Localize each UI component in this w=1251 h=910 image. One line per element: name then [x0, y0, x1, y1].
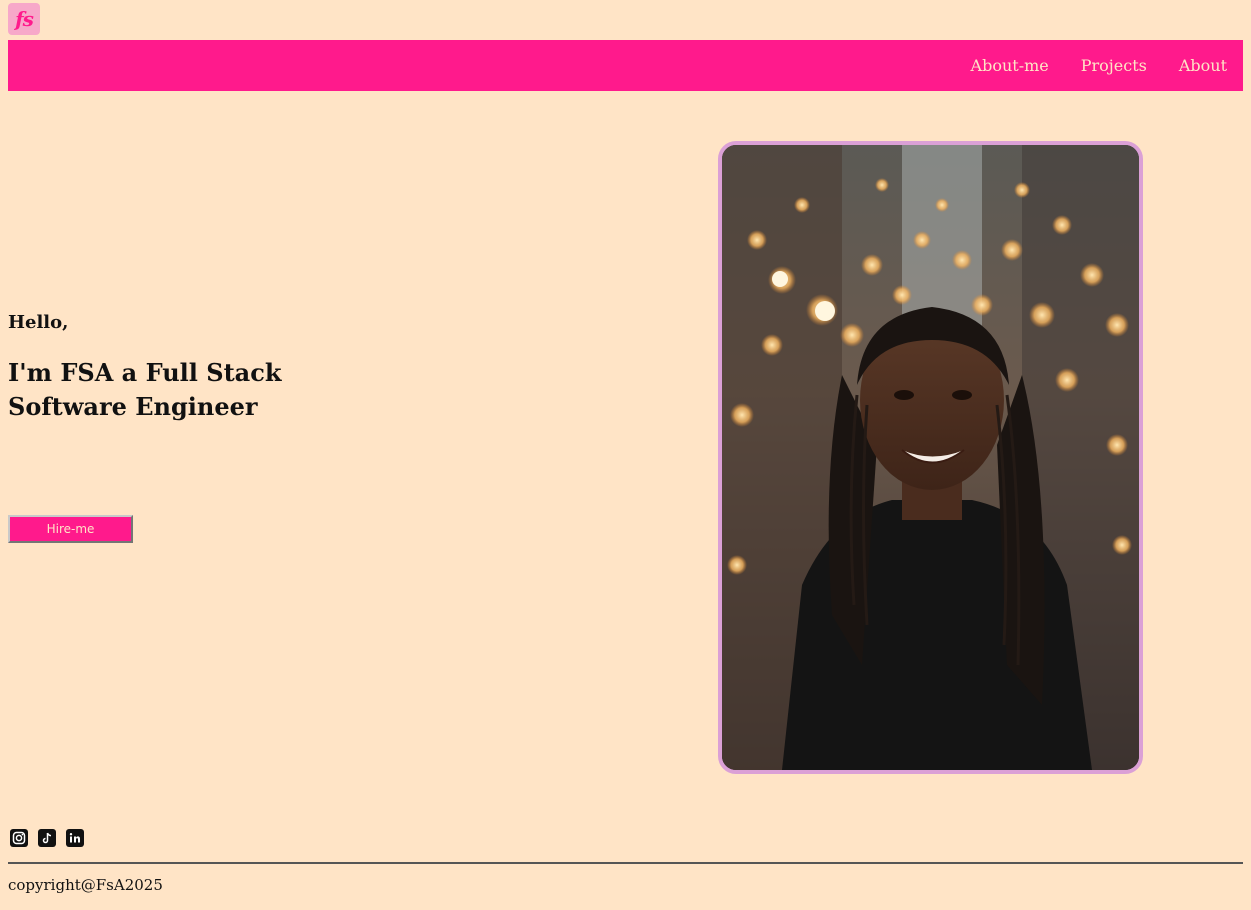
tiktok-icon[interactable] [38, 829, 56, 847]
instagram-icon[interactable] [10, 829, 28, 847]
nav-link-about-me[interactable]: About-me [971, 56, 1049, 75]
hire-me-button[interactable]: Hire-me [8, 515, 133, 543]
greeting-text: Hello, [8, 312, 69, 333]
portrait-image [718, 141, 1143, 774]
nav-link-projects[interactable]: Projects [1081, 56, 1147, 75]
portrait-illustration [722, 145, 1139, 770]
nav-link-about[interactable]: About [1179, 56, 1227, 75]
copyright-text: copyright@FsA2025 [8, 876, 163, 894]
top-navbar: About-me Projects About [8, 40, 1243, 91]
footer-divider [8, 862, 1243, 864]
site-logo[interactable]: fs [8, 3, 40, 35]
linkedin-icon[interactable] [66, 829, 84, 847]
hero-headline: I'm FSA a Full Stack Software Engineer [8, 358, 282, 421]
social-links [10, 829, 84, 847]
nav-links: About-me Projects About [971, 40, 1227, 91]
